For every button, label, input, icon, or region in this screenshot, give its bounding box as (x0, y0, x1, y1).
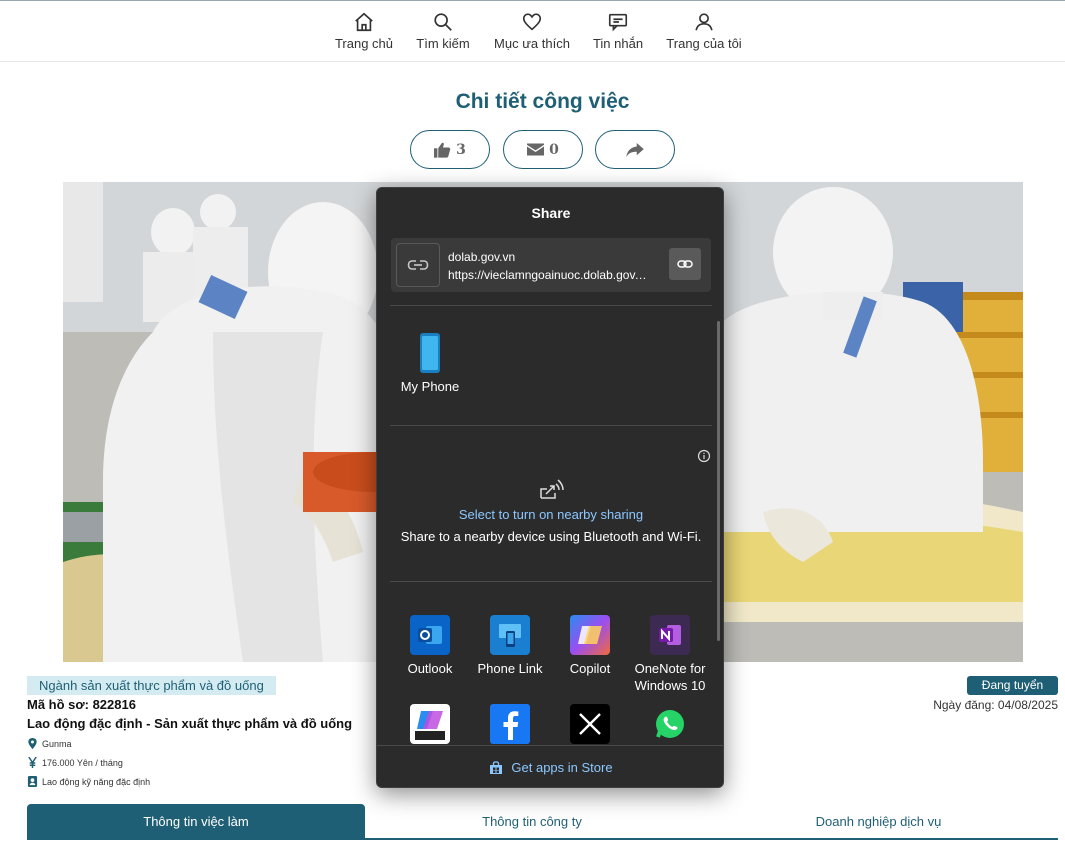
job-location: Gunma (27, 738, 72, 749)
divider (390, 581, 712, 582)
message-count: 0 (549, 141, 559, 158)
location-pin-icon (28, 738, 37, 749)
nearby-share-icon (540, 479, 564, 499)
job-type-text: Lao động kỹ năng đặc định (42, 776, 151, 787)
share-app-whatsapp[interactable] (628, 704, 712, 749)
nav-label: Tìm kiếm (416, 36, 470, 51)
job-title: Lao động đặc định - Sản xuất thực phẩm v… (27, 716, 353, 731)
share-title: Share (531, 205, 571, 221)
share-app-x[interactable] (548, 704, 632, 749)
detail-tabs: Thông tin việc làm Thông tin công ty Doa… (27, 804, 1058, 840)
nav-messages[interactable]: Tin nhắn (589, 11, 647, 51)
device-label: My Phone (400, 379, 460, 394)
tab-company-info[interactable]: Thông tin công ty (365, 804, 699, 838)
share-dialog: Share dolab.gov.vn https://vieclamngoain… (376, 187, 724, 788)
x-icon (570, 704, 610, 744)
facebook-icon (490, 704, 530, 744)
link-icon (407, 260, 429, 270)
message-button[interactable]: 0 (503, 130, 583, 169)
thumbs-up-icon (434, 142, 451, 158)
job-salary: 176.000 Yên / tháng (27, 757, 123, 768)
nearby-sharing-link[interactable]: Select to turn on nearby sharing (377, 507, 723, 522)
share-arrow-icon (626, 142, 644, 157)
phone-link-icon (490, 615, 530, 655)
job-code: Mã hồ sơ: 822816 (27, 697, 136, 712)
nearby-sharing-description: Share to a nearby device using Bluetooth… (400, 529, 702, 544)
copilot-icon (570, 615, 610, 655)
like-button[interactable]: 3 (410, 130, 490, 169)
heart-icon (522, 13, 542, 31)
copy-link-button[interactable] (669, 248, 701, 280)
status-badge: Đang tuyển (967, 676, 1058, 695)
share-app-microsoft-365[interactable] (388, 704, 472, 749)
share-link-box: dolab.gov.vn https://vieclamngoainuoc.do… (391, 238, 711, 292)
app-label: Phone Link (477, 661, 543, 676)
app-label: Outlook (407, 661, 453, 676)
store-bag-icon (490, 760, 503, 774)
divider (390, 425, 712, 426)
share-domain: dolab.gov.vn (448, 250, 516, 264)
app-label: OneNote for Windows 10 (634, 661, 706, 693)
job-type: Lao động kỹ năng đặc định (27, 776, 150, 787)
phone-icon (420, 333, 440, 373)
nav-profile[interactable]: Trang của tôi (664, 11, 744, 51)
share-app-outlook[interactable]: Outlook (388, 615, 472, 677)
get-apps-in-store-button[interactable]: Get apps in Store (377, 745, 723, 787)
info-icon[interactable] (697, 449, 711, 463)
salary-text: 176.000 Yên / tháng (42, 757, 123, 768)
share-scrollbar[interactable] (717, 321, 720, 641)
nav-label: Tin nhắn (592, 36, 644, 51)
onenote-icon (650, 615, 690, 655)
envelope-icon (527, 143, 545, 156)
nav-search[interactable]: Tìm kiếm (413, 11, 473, 51)
posted-date: Ngày đăng: 04/08/2025 (933, 698, 1058, 712)
nav-home[interactable]: Trang chủ (334, 11, 394, 51)
nav-label: Mục ưa thích (494, 36, 570, 51)
copy-link-icon (677, 260, 693, 268)
nav-label: Trang của tôi (666, 36, 742, 51)
page-title: Chi tiết công việc (455, 90, 630, 113)
tab-service-company[interactable]: Doanh nghiệp dịch vụ (712, 804, 1045, 838)
tab-job-info[interactable]: Thông tin việc làm (27, 804, 365, 838)
link-thumbnail (396, 243, 440, 287)
location-text: Gunma (42, 738, 72, 749)
share-button[interactable] (595, 130, 675, 169)
share-app-copilot[interactable]: Copilot (548, 615, 632, 677)
top-nav: Trang chủ Tìm kiếm Mục ưa thích Tin nhắn… (0, 1, 1065, 62)
yen-icon (28, 757, 37, 768)
share-device-my-phone[interactable]: My Phone (395, 333, 465, 394)
chat-icon (608, 13, 628, 32)
outlook-icon (410, 615, 450, 655)
app-label: Copilot (569, 661, 611, 676)
id-badge-icon (27, 776, 38, 787)
share-url: https://vieclamngoainuoc.dolab.gov.vn (448, 268, 648, 282)
home-icon (355, 12, 373, 32)
microsoft-365-icon (410, 704, 450, 744)
divider (390, 305, 712, 306)
store-label: Get apps in Store (511, 760, 613, 775)
whatsapp-icon (650, 704, 690, 744)
share-app-facebook[interactable] (468, 704, 552, 749)
nav-favorites[interactable]: Mục ưa thích (490, 11, 574, 51)
share-app-onenote[interactable]: OneNote for Windows 10 (628, 615, 712, 694)
share-app-phone-link[interactable]: Phone Link (468, 615, 552, 677)
nav-label: Trang chủ (334, 36, 394, 51)
user-icon (695, 13, 713, 31)
search-icon (434, 13, 452, 31)
like-count: 3 (456, 141, 466, 158)
category-tag: Ngành sản xuất thực phẩm và đồ uống (27, 676, 276, 695)
